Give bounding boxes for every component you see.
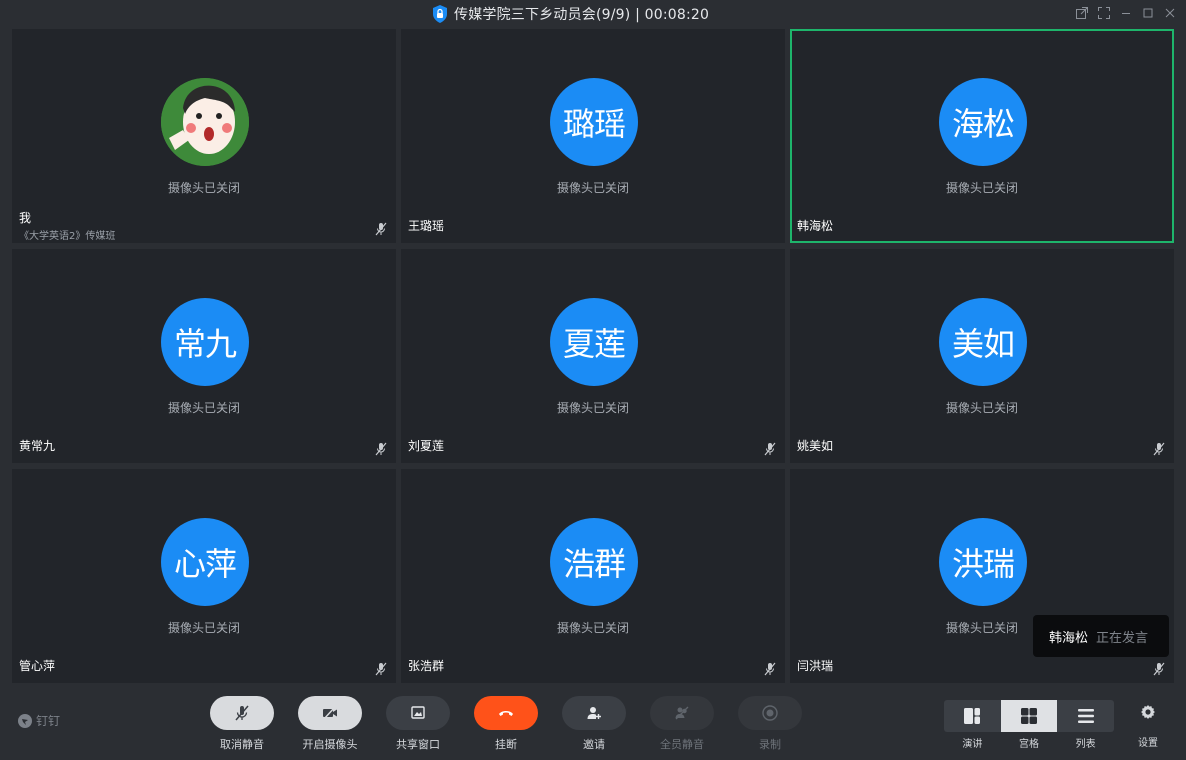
layout-switcher xyxy=(944,700,1114,732)
grid-layout-icon xyxy=(1021,708,1037,724)
unmute-label: 取消静音 xyxy=(220,738,264,751)
participant-tile[interactable]: 摄像头已关闭 我 《大学英语2》传媒班 xyxy=(12,29,396,243)
popout-icon[interactable] xyxy=(1074,4,1090,22)
avatar: 浩群 xyxy=(550,518,638,606)
participant-name: 刘夏莲 xyxy=(408,439,445,453)
layout-grid-button[interactable] xyxy=(1000,700,1058,732)
maximize-icon[interactable] xyxy=(1140,4,1156,22)
participant-name: 姚美如 xyxy=(797,439,834,453)
add-user-icon xyxy=(587,707,601,719)
participant-subtitle: 《大学英语2》传媒班 xyxy=(19,231,116,242)
avatar: 夏莲 xyxy=(550,298,638,386)
speaking-toast: 韩海松 正在发言 xyxy=(1033,615,1169,657)
close-icon[interactable] xyxy=(1162,4,1178,22)
camera-off-label: 摄像头已关闭 xyxy=(167,181,240,195)
speaker-layout-icon xyxy=(964,708,981,724)
layout-list-button[interactable] xyxy=(1057,700,1114,732)
participant-tile[interactable]: 常九 摄像头已关闭 黄常九 xyxy=(12,249,396,463)
mic-muted-icon xyxy=(1153,662,1165,676)
dingtalk-icon xyxy=(18,713,32,728)
mic-muted-icon xyxy=(1153,442,1165,456)
share-window-button[interactable]: 共享窗口 xyxy=(378,696,458,752)
participant-tile[interactable]: 美如 摄像头已关闭 姚美如 xyxy=(790,249,1174,463)
settings-label: 设置 xyxy=(1138,738,1158,749)
participant-tile[interactable]: 夏莲 摄像头已关闭 刘夏莲 xyxy=(401,249,785,463)
brand-logo: 钉钉 xyxy=(18,712,60,729)
record-label: 录制 xyxy=(759,738,781,751)
gear-icon xyxy=(1141,705,1155,719)
participant-tile-active-speaker[interactable]: 海松 摄像头已关闭 韩海松 xyxy=(790,29,1174,243)
fullscreen-icon[interactable] xyxy=(1096,4,1112,22)
participant-name: 管心萍 xyxy=(19,659,56,673)
list-layout-icon xyxy=(1077,709,1094,723)
camera-off-label: 摄像头已关闭 xyxy=(556,401,629,415)
participant-grid: 摄像头已关闭 我 《大学英语2》传媒班 璐瑶 摄像头已关闭 王璐瑶 海松 摄像头… xyxy=(12,29,1174,684)
participant-name: 闫洪瑞 xyxy=(797,659,834,673)
minimize-icon[interactable] xyxy=(1118,4,1134,22)
mic-muted-icon xyxy=(375,222,387,236)
meeting-toolbar: 钉钉 取消静音 开启摄像头 共享窗口 挂断 邀请 全员静音 录制 演讲 宫格 列… xyxy=(0,686,1186,760)
mute-all-icon xyxy=(675,706,689,720)
participant-tile[interactable]: 心萍 摄像头已关闭 管心萍 xyxy=(12,469,396,683)
mute-all-button[interactable]: 全员静音 xyxy=(642,696,722,752)
participant-name: 张浩群 xyxy=(408,659,445,673)
camera-on-button[interactable]: 开启摄像头 xyxy=(290,696,370,752)
unmute-button[interactable]: 取消静音 xyxy=(202,696,282,752)
phone-hangup-icon xyxy=(499,711,513,716)
secure-shield-icon xyxy=(433,5,447,23)
cartoon-avatar-icon xyxy=(161,78,249,166)
hang-up-label: 挂断 xyxy=(495,738,517,751)
layout-speaker-label: 演讲 xyxy=(962,739,983,750)
mic-muted-icon xyxy=(764,442,776,456)
title-bar: 传媒学院三下乡动员会(9/9) | 00:08:20 xyxy=(0,0,1186,28)
participant-name: 黄常九 xyxy=(19,439,56,453)
participant-tile[interactable]: 璐瑶 摄像头已关闭 王璐瑶 xyxy=(401,29,785,243)
record-button[interactable]: 录制 xyxy=(730,696,810,752)
avatar: 常九 xyxy=(161,298,249,386)
invite-label: 邀请 xyxy=(583,738,605,751)
avatar: 洪瑞 xyxy=(939,518,1027,606)
participant-name: 韩海松 xyxy=(797,219,834,233)
participant-name: 王璐瑶 xyxy=(408,219,445,233)
mute-all-label: 全员静音 xyxy=(660,738,704,751)
settings-button[interactable]: 设置 xyxy=(1134,704,1162,749)
avatar: 心萍 xyxy=(161,518,249,606)
camera-off-label: 摄像头已关闭 xyxy=(945,401,1018,415)
meeting-title-group: 传媒学院三下乡动员会(9/9) | 00:08:20 xyxy=(432,4,709,24)
mic-muted-icon xyxy=(764,662,776,676)
meeting-title: 传媒学院三下乡动员会(9/9) | 00:08:20 xyxy=(454,7,710,23)
mic-muted-icon xyxy=(375,662,387,676)
mic-muted-icon xyxy=(235,705,249,721)
layout-grid-label: 宫格 xyxy=(1019,739,1039,750)
participant-name: 我 xyxy=(19,211,32,225)
speaking-status: 正在发言 xyxy=(1096,630,1149,646)
avatar: 美如 xyxy=(939,298,1027,386)
mic-muted-icon xyxy=(375,442,387,456)
avatar xyxy=(161,78,249,166)
camera-off-label: 摄像头已关闭 xyxy=(556,621,629,635)
camera-off-label: 摄像头已关闭 xyxy=(167,401,240,415)
layout-list-label: 列表 xyxy=(1075,739,1096,750)
brand-name: 钉钉 xyxy=(36,714,61,728)
record-icon xyxy=(762,705,778,721)
invite-button[interactable]: 邀请 xyxy=(554,696,634,752)
camera-off-label: 摄像头已关闭 xyxy=(945,181,1018,195)
participant-tile[interactable]: 浩群 摄像头已关闭 张浩群 xyxy=(401,469,785,683)
speaker-name: 韩海松 xyxy=(1049,630,1089,646)
camera-off-icon xyxy=(323,706,337,720)
avatar: 璐瑶 xyxy=(550,78,638,166)
avatar: 海松 xyxy=(939,78,1027,166)
layout-speaker-button[interactable] xyxy=(944,700,1001,732)
camera-on-label: 开启摄像头 xyxy=(302,738,358,751)
share-window-label: 共享窗口 xyxy=(396,738,440,751)
share-screen-icon xyxy=(411,706,425,719)
camera-off-label: 摄像头已关闭 xyxy=(167,621,240,635)
hang-up-button[interactable]: 挂断 xyxy=(466,696,546,752)
camera-off-label: 摄像头已关闭 xyxy=(556,181,629,195)
